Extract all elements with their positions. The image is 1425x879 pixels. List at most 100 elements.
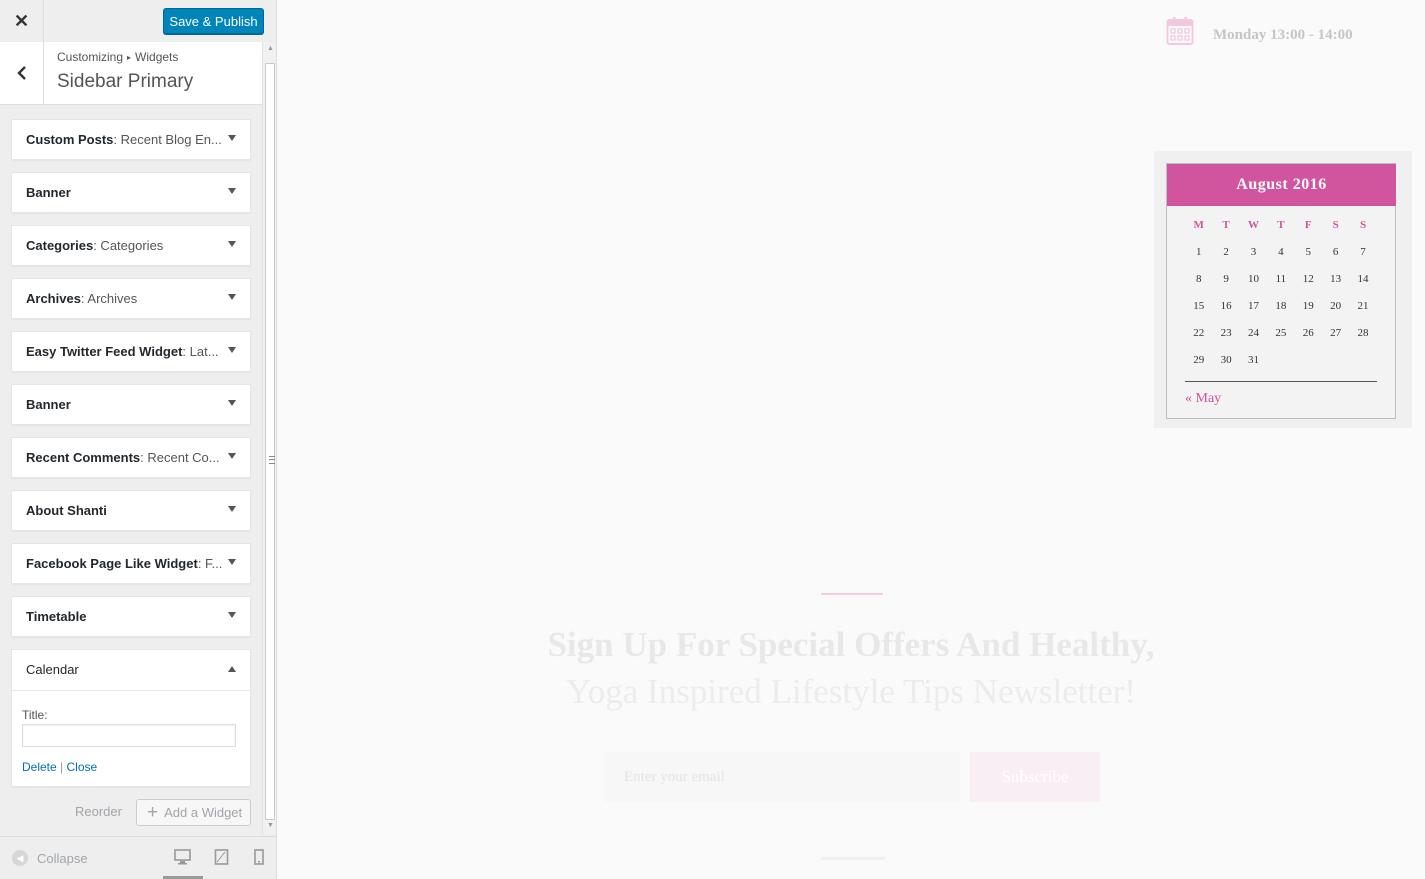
title-input[interactable] bbox=[22, 724, 236, 747]
timetable-entry: Monday 13:00 - 14:00 bbox=[1213, 27, 1353, 43]
widget-archives[interactable]: Archives: Archives bbox=[11, 278, 251, 319]
newsletter-heading-line2: Yoga Inspired Lifestyle Tips Newsletter! bbox=[565, 672, 1136, 711]
calendar-day: 24 bbox=[1247, 327, 1259, 339]
section-header: Customizing ▸ Widgets Sidebar Primary bbox=[0, 42, 262, 105]
grip-icon bbox=[269, 456, 275, 464]
close-customizer-button[interactable]: ✕ bbox=[0, 0, 44, 42]
calendar-week: 15 16 17 18 19 20 21 bbox=[1185, 300, 1377, 327]
widget-custom-posts[interactable]: Custom Posts: Recent Blog En... bbox=[11, 119, 251, 160]
calendar-icon bbox=[1166, 17, 1194, 45]
expand-arrow-icon[interactable] bbox=[228, 453, 236, 459]
calendar-day: 5 bbox=[1305, 246, 1312, 258]
expand-arrow-icon[interactable] bbox=[228, 347, 236, 353]
widget-title: Custom Posts bbox=[26, 132, 114, 147]
widget-easy-twitter-feed[interactable]: Easy Twitter Feed Widget: Lat... bbox=[11, 331, 251, 372]
expand-arrow-icon[interactable] bbox=[228, 559, 236, 565]
add-widget-button[interactable]: + Add a Widget bbox=[136, 799, 251, 826]
calendar-day bbox=[1267, 354, 1294, 381]
widget-subtitle: : Categories bbox=[93, 238, 164, 253]
calendar-day: 28 bbox=[1357, 327, 1369, 339]
site-preview: Monday 13:00 - 14:00 August 2016 M T W T… bbox=[277, 0, 1425, 879]
day-header: W bbox=[1247, 219, 1259, 231]
plus-icon: + bbox=[147, 802, 159, 823]
calendar-prev-month-link[interactable]: « May bbox=[1185, 391, 1221, 407]
breadcrumb-widgets: Widgets bbox=[135, 50, 179, 64]
calendar-day bbox=[1322, 354, 1349, 381]
widget-title: About Shanti bbox=[26, 503, 107, 518]
newsletter-heading-line1: Sign Up For Special Offers And Healthy, bbox=[547, 625, 1155, 664]
calendar-day: 21 bbox=[1357, 300, 1369, 312]
delete-link[interactable]: Delete bbox=[22, 760, 57, 774]
expand-arrow-icon[interactable] bbox=[228, 135, 236, 141]
calendar-day: 3 bbox=[1250, 246, 1257, 258]
collapse-arrow-icon[interactable] bbox=[228, 666, 236, 672]
calendar-day: 22 bbox=[1193, 327, 1205, 339]
customizer-header: ✕ Save & Publish bbox=[0, 0, 276, 43]
widget-actions: Delete | Close bbox=[22, 760, 97, 774]
mobile-preview-icon[interactable] bbox=[254, 849, 274, 869]
link-separator: | bbox=[60, 760, 64, 774]
scroll-down-arrow-icon[interactable]: ▼ bbox=[267, 822, 274, 829]
widget-subtitle: : Archives bbox=[80, 291, 138, 306]
calendar-day: 19 bbox=[1302, 300, 1314, 312]
widget-subtitle: : F... bbox=[197, 556, 223, 571]
calendar-day: 7 bbox=[1360, 246, 1366, 258]
widget-banner[interactable]: Banner bbox=[11, 172, 251, 213]
calendar-day: 18 bbox=[1275, 300, 1287, 312]
day-header: M bbox=[1193, 219, 1204, 231]
calendar-day: 14 bbox=[1357, 273, 1369, 285]
calendar-day: 29 bbox=[1193, 354, 1205, 366]
expand-arrow-icon[interactable] bbox=[228, 188, 236, 194]
widget-title: Categories bbox=[26, 238, 94, 253]
expand-arrow-icon[interactable] bbox=[228, 294, 236, 300]
scroll-up-arrow-icon[interactable]: ▲ bbox=[267, 45, 274, 52]
calendar-week: 22 23 24 25 26 27 28 bbox=[1185, 327, 1377, 354]
collapse-button[interactable]: ◀ Collapse bbox=[12, 850, 88, 866]
breadcrumb-customizing: Customizing bbox=[57, 50, 124, 64]
reorder-link[interactable]: Reorder bbox=[75, 804, 122, 819]
calendar-grid: M T W T F S S 1 2 3 4 5 6 7 8 9 10 11 12… bbox=[1185, 219, 1377, 381]
expand-arrow-icon[interactable] bbox=[228, 400, 236, 406]
widget-banner-2[interactable]: Banner bbox=[11, 384, 251, 425]
back-button[interactable] bbox=[0, 42, 44, 104]
calendar-day: 31 bbox=[1247, 354, 1259, 366]
save-publish-button[interactable]: Save & Publish bbox=[163, 8, 264, 34]
calendar-day: 10 bbox=[1247, 273, 1259, 285]
calendar-week: 8 9 10 11 12 13 14 bbox=[1185, 273, 1377, 300]
widget-timetable[interactable]: Timetable bbox=[11, 596, 251, 637]
close-link[interactable]: Close bbox=[67, 760, 98, 774]
calendar-day: 20 bbox=[1330, 300, 1342, 312]
expand-arrow-icon[interactable] bbox=[228, 506, 236, 512]
calendar-day: 9 bbox=[1223, 273, 1229, 285]
desktop-preview-icon[interactable] bbox=[174, 849, 194, 869]
expand-arrow-icon[interactable] bbox=[228, 612, 236, 618]
expand-arrow-icon[interactable] bbox=[228, 241, 236, 247]
calendar-caption: August 2016 bbox=[1167, 164, 1396, 206]
calendar-week: 1 2 3 4 5 6 7 bbox=[1185, 246, 1377, 273]
tablet-preview-icon[interactable] bbox=[214, 849, 234, 869]
widget-form: Title: Delete | Close bbox=[12, 690, 250, 787]
widget-subtitle: : Recent Co... bbox=[140, 450, 220, 465]
section-title: Sidebar Primary bbox=[57, 71, 194, 92]
widget-about-shanti[interactable]: About Shanti bbox=[11, 490, 251, 531]
calendar-day: 12 bbox=[1302, 273, 1314, 285]
widget-title: Calendar bbox=[26, 662, 79, 677]
add-widget-label: Add a Widget bbox=[164, 805, 243, 820]
calendar-day: 27 bbox=[1330, 327, 1342, 339]
sidebar-scrollbar[interactable]: ▲ ▼ bbox=[262, 42, 276, 835]
calendar-day: 25 bbox=[1275, 327, 1287, 339]
widget-subtitle: : Lat... bbox=[182, 344, 219, 359]
calendar-day: 15 bbox=[1193, 300, 1205, 312]
scrollbar-thumb[interactable] bbox=[265, 63, 275, 820]
calendar-day: 1 bbox=[1195, 246, 1202, 258]
widget-calendar[interactable]: Calendar Title: Delete | Close bbox=[11, 649, 251, 787]
widget-recent-comments[interactable]: Recent Comments: Recent Co... bbox=[11, 437, 251, 478]
subscribe-button[interactable]: Subscribe bbox=[970, 752, 1100, 802]
newsletter-email-input[interactable]: Enter your email bbox=[604, 752, 960, 802]
widget-categories[interactable]: Categories: Categories bbox=[11, 225, 251, 266]
calendar-day: 26 bbox=[1302, 327, 1314, 339]
widget-facebook-page-like[interactable]: Facebook Page Like Widget: F... bbox=[11, 543, 251, 584]
customizer-sidebar: ✕ Save & Publish Customizing ▸ Widgets Sid… bbox=[0, 0, 277, 879]
widget-title: Facebook Page Like Widget bbox=[26, 556, 198, 571]
breadcrumb: Customizing ▸ Widgets bbox=[57, 50, 178, 64]
